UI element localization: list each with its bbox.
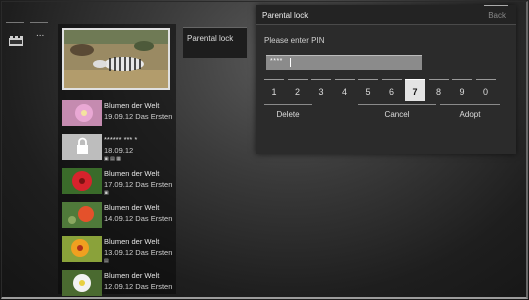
- item-title: Blumen der Welt: [104, 169, 160, 178]
- item-date: 14.09.12 Das Ersten: [104, 214, 173, 223]
- item-date: 17.09.12 Das Ersten: [104, 180, 173, 189]
- pin-input[interactable]: ****: [266, 55, 422, 70]
- item-date: 12.09.12 Das Ersten: [104, 282, 173, 291]
- list-item[interactable]: Blumen der Welt 17.09.12 Das Ersten ▣: [62, 168, 174, 196]
- dialog-header: Parental lock Back: [256, 5, 516, 25]
- list-item[interactable]: Blumen der Welt 13.09.12 Das Ersten ▤: [62, 236, 174, 264]
- pin-dialog: Parental lock Back Please enter PIN ****…: [256, 5, 516, 154]
- recordings-list: Blumen der Welt 19.09.12 Das Ersten ****…: [58, 24, 176, 296]
- item-thumbnail: [62, 270, 102, 296]
- pin-prompt: Please enter PIN: [264, 36, 325, 45]
- item-title: Blumen der Welt: [104, 237, 160, 246]
- item-badges: ▤: [104, 258, 109, 264]
- digit-key-7-selected[interactable]: 7: [405, 79, 425, 101]
- list-item[interactable]: Blumen der Welt 14.09.12 Das Ersten: [62, 202, 174, 230]
- item-thumbnail: [62, 168, 102, 194]
- item-thumbnail: [62, 100, 102, 126]
- tv-screen: ... Blumen der Welt 19.09.12 Das Ersten …: [0, 0, 529, 300]
- delete-button[interactable]: Delete: [264, 104, 312, 123]
- digit-key-5[interactable]: 5: [358, 79, 378, 101]
- list-item[interactable]: Blumen der Welt 12.09.12 Das Ersten: [62, 270, 174, 298]
- digit-key-1[interactable]: 1: [264, 79, 284, 101]
- text-caret: [290, 58, 291, 67]
- nav-tab-indicator: [6, 22, 24, 23]
- nav-tab-indicator: [30, 22, 48, 23]
- adopt-button[interactable]: Adopt: [440, 104, 500, 123]
- item-thumbnail: [62, 236, 102, 262]
- item-thumbnail: [62, 202, 102, 228]
- dialog-title: Parental lock: [262, 11, 309, 20]
- item-date: 18.09.12: [104, 146, 134, 155]
- digit-key-8[interactable]: 8: [428, 79, 449, 101]
- digit-key-4[interactable]: 4: [334, 79, 355, 101]
- item-badges: ▣ ▤ ▦: [104, 156, 121, 162]
- preview-thumbnail[interactable]: [62, 28, 170, 90]
- more-icon[interactable]: ...: [36, 28, 44, 39]
- parental-lock-tab[interactable]: Parental lock: [183, 27, 247, 58]
- item-title: ****** *** *: [104, 135, 138, 144]
- digit-keypad: 1 2 3 4 5 6 7 8 9 0: [264, 79, 500, 101]
- item-date: 19.09.12 Das Ersten: [104, 112, 173, 121]
- item-title: Blumen der Welt: [104, 203, 160, 212]
- pin-value: ****: [270, 58, 283, 65]
- lock-icon: [62, 134, 102, 160]
- item-title: Blumen der Welt: [104, 101, 160, 110]
- item-title: Blumen der Welt: [104, 271, 160, 280]
- digit-key-6[interactable]: 6: [381, 79, 402, 101]
- tab-label: Parental lock: [187, 34, 234, 43]
- digit-key-2[interactable]: 2: [287, 79, 308, 101]
- digit-key-0[interactable]: 0: [475, 79, 496, 101]
- list-item-locked[interactable]: ****** *** * 18.09.12 ▣ ▤ ▦: [62, 134, 174, 162]
- list-item[interactable]: Blumen der Welt 19.09.12 Das Ersten: [62, 100, 174, 128]
- item-date: 13.09.12 Das Ersten: [104, 248, 173, 257]
- film-icon[interactable]: [9, 36, 23, 46]
- cancel-button[interactable]: Cancel: [358, 104, 436, 123]
- dialog-actions: Delete Cancel Adopt: [264, 104, 500, 122]
- item-badges: ▣: [104, 190, 109, 196]
- digit-key-3[interactable]: 3: [311, 79, 331, 101]
- back-button[interactable]: Back: [488, 11, 506, 20]
- item-thumbnail: [62, 134, 102, 160]
- left-nav: ...: [4, 22, 56, 292]
- back-indicator: [484, 5, 508, 6]
- digit-key-9[interactable]: 9: [452, 79, 472, 101]
